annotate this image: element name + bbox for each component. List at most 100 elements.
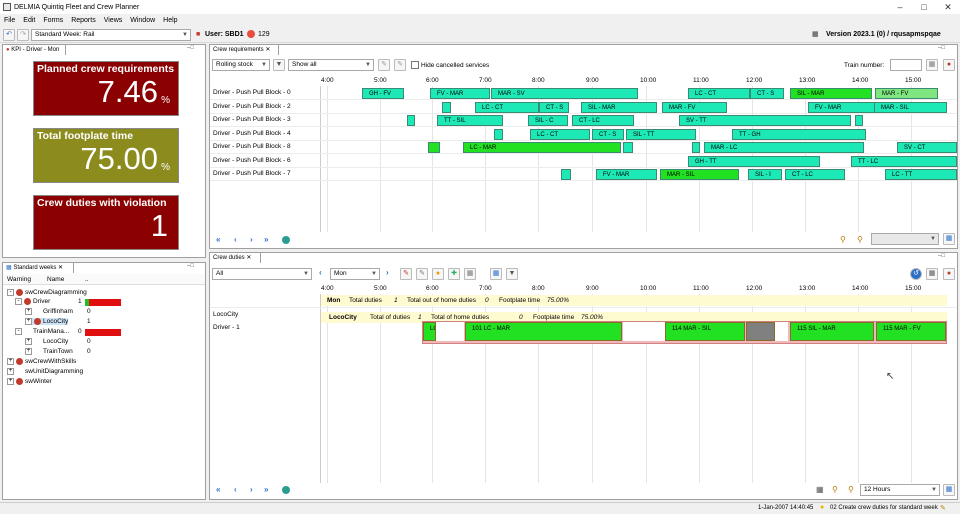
col-more[interactable]: .. [85,276,89,283]
zoom-in-icon[interactable]: ⚲ [832,485,838,494]
filter-icon[interactable]: ▼ [273,59,285,71]
menu-edit[interactable]: Edit [19,17,39,24]
minimize-icon[interactable]: – [888,0,912,14]
service-bar[interactable]: MAR - SV [491,88,638,99]
close-icon[interactable]: ✕ [936,0,960,14]
trash-icon[interactable]: ▦ [926,59,938,71]
expand-icon[interactable]: + [25,318,32,325]
tree-item[interactable]: + swWinter [7,378,52,385]
print-icon[interactable]: ▦ [926,268,938,280]
menu-forms[interactable]: Forms [39,17,67,24]
service-bar[interactable]: MAR - FV [662,101,727,113]
refresh-icon[interactable] [282,486,290,494]
tree-item[interactable]: - Driver [15,298,50,305]
pencil-icon[interactable]: ✎ [940,504,946,512]
collapse-icon[interactable]: - [15,298,22,305]
merge-icon[interactable]: ▦ [464,268,476,280]
palette-icon[interactable]: ● [943,268,955,280]
service-bar[interactable]: CT - S [750,88,784,99]
menu-reports[interactable]: Reports [67,17,100,24]
expand-icon[interactable]: + [25,338,32,345]
show-all-select[interactable]: Show all ▼ [288,59,374,71]
sync-icon[interactable]: ↺ [910,268,922,280]
alert-icon[interactable] [247,30,255,38]
split-icon[interactable]: ✚ [448,268,460,280]
collapse-icon[interactable]: - [15,328,22,335]
service-bar[interactable]: CT - LC [785,169,845,180]
zoom-select[interactable]: 12 Hours ▼ [860,484,940,496]
col-warning[interactable]: Warning [7,276,31,283]
service-bar[interactable]: LC - CT [475,101,539,113]
expand-icon[interactable]: + [25,348,32,355]
service-bar[interactable]: CT - LC [572,115,634,126]
service-bar[interactable]: SIL - I [748,169,782,180]
service-bar[interactable]: MAR - FV [875,88,938,99]
service-bar[interactable]: FV - MAR [596,169,657,180]
tree-item[interactable]: + swCrewWithSkills [7,358,76,365]
service-bar[interactable] [561,169,571,180]
service-bar[interactable] [623,142,633,153]
menu-window[interactable]: Window [126,17,159,24]
panel-minimize-icon[interactable]: –□ [938,45,945,51]
maximize-icon[interactable]: □ [912,0,936,14]
redo-icon[interactable]: ↷ [17,29,29,41]
service-bar[interactable]: SV - TT [679,115,851,126]
palette-icon[interactable]: ● [943,59,955,71]
service-bar[interactable]: TT - LC [851,155,957,167]
duty-bar[interactable]: 115 SIL - MAR [790,322,874,341]
fit-icon[interactable]: ▦ [943,233,955,245]
service-bar[interactable]: TT - SV [855,115,863,126]
service-bar[interactable] [428,142,440,153]
hide-cancelled-checkbox[interactable] [411,61,419,69]
col-name[interactable]: Name [47,276,64,283]
service-bar[interactable]: MAR - SIL [660,169,739,180]
service-bar[interactable]: LC - TT [885,169,957,180]
tree-item[interactable]: + swUnitDiagramming [7,368,83,375]
expand-icon[interactable]: + [7,378,14,385]
menu-views[interactable]: Views [100,17,127,24]
first-page-icon[interactable]: « [216,235,220,244]
rolling-stock-select[interactable]: Rolling stock ▼ [212,59,270,71]
duty-filter-select[interactable]: All ▼ [212,268,312,280]
service-bar[interactable]: SIL - TT [626,128,696,140]
duty-bar[interactable]: 115 MAR - FV [876,322,946,341]
duty-bar[interactable]: LC [423,322,436,341]
service-bar[interactable]: SIL - C [528,115,568,126]
service-bar[interactable]: LC - CT [530,128,590,140]
service-bar[interactable]: TT - GH [732,128,866,140]
service-bar[interactable] [442,101,451,113]
service-bar[interactable]: FV - MAR [430,88,490,99]
zoom-out-icon[interactable]: ⚲ [848,485,854,494]
prev-day-icon[interactable]: ‹ [319,268,322,277]
tree-item[interactable]: + Griffinham [25,308,73,315]
menu-help[interactable]: Help [159,17,181,24]
tab-crew-requirements[interactable]: Crew requirements ✕ [209,44,279,55]
refresh-icon[interactable] [282,236,290,244]
panel-minimize-icon[interactable]: –□ [187,45,194,51]
close-tab-icon[interactable]: ✕ [58,265,63,271]
service-bar[interactable]: MAR - LC [704,142,864,153]
panel-minimize-icon[interactable]: –□ [187,263,194,269]
prev-page-icon[interactable]: ‹ [234,485,237,494]
pin-icon[interactable]: ✎ [400,268,412,280]
service-bar[interactable]: MAR - SIL [874,101,947,113]
expand-icon[interactable]: + [7,358,14,365]
prev-page-icon[interactable]: ‹ [234,235,237,244]
close-tab-icon[interactable]: ✕ [265,47,270,53]
next-page-icon[interactable]: › [250,235,253,244]
service-bar[interactable]: GH - FV [362,88,404,99]
tree-item[interactable]: + LocoCity [25,338,68,345]
tab-standard-weeks[interactable]: ▦ Standard weeks ✕ [2,262,74,273]
tab-crew-duties[interactable]: Crew duties ✕ [209,252,261,263]
tree-item-selected[interactable]: + LocoCity [25,318,69,326]
train-number-input[interactable] [890,59,922,71]
filter-icon[interactable]: ▼ [506,268,518,280]
camera-icon[interactable]: ▦ [816,485,824,494]
zoom-out-icon[interactable]: ⚲ [857,235,863,244]
service-bar[interactable]: SIL - MAR [790,88,872,99]
service-bar[interactable] [494,128,503,140]
service-bar[interactable]: LC - MAR [463,142,621,153]
tree-item[interactable]: - swCrewDiagramming [7,289,87,296]
duty-bar[interactable]: 114 MAR - SIL [665,322,745,341]
collapse-icon[interactable]: - [7,289,14,296]
